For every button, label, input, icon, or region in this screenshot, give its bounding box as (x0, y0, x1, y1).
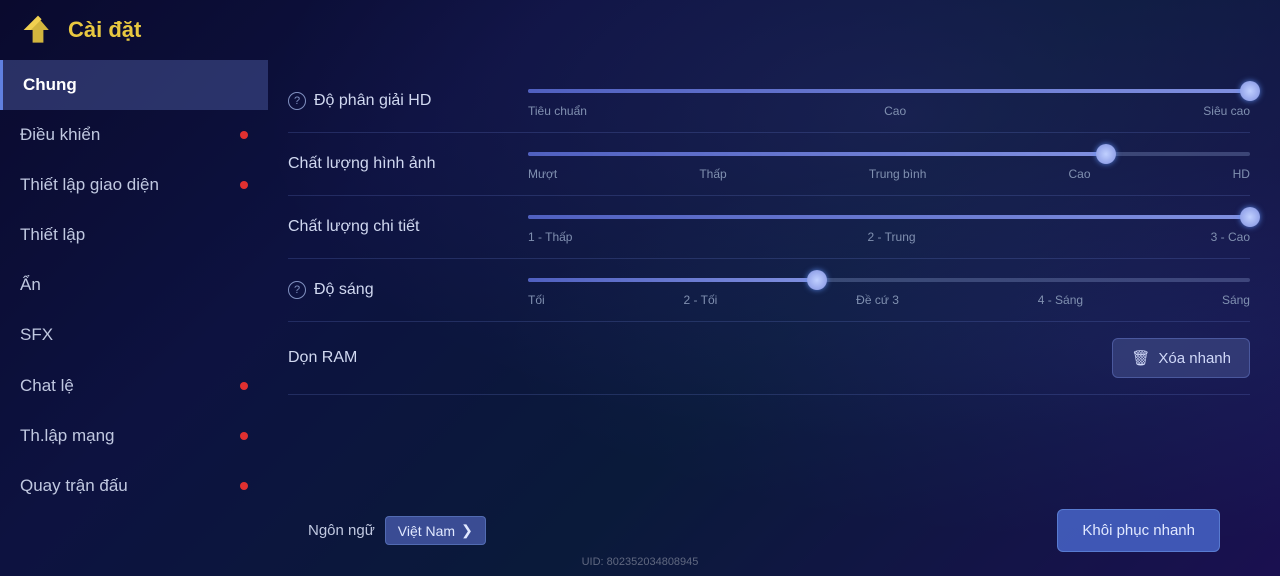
language-arrow-icon: ❯ (461, 522, 473, 539)
setting-row-do-sang: ? Độ sáng Tối 2 - Tối Đề cứ 3 4 - S (288, 259, 1250, 322)
slider-track-wrapper-chat-luong-chi-tiet[interactable] (528, 210, 1250, 224)
slider-track-wrapper-do-sang[interactable] (528, 273, 1250, 287)
content-area: ? Độ phân giải HD Tiêu chuẩn Cao Siêu ca… (268, 60, 1280, 576)
sidebar-item-th-lap-mang[interactable]: Th.lập mạng (0, 411, 268, 461)
sidebar-label-quay-tran-dau: Quay trận đấu (20, 475, 128, 497)
slider-labels-chat-luong-chi-tiet: 1 - Thấp 2 - Trung 3 - Cao (528, 230, 1250, 244)
slider-do-phan-giai[interactable]: Tiêu chuẩn Cao Siêu cao (528, 84, 1250, 118)
setting-label-chat-luong-hinh-anh: Chất lượng hình ảnh (288, 155, 508, 173)
slider-track-chat-luong-hinh-anh (528, 152, 1250, 156)
setting-label-do-sang: ? Độ sáng (288, 281, 508, 299)
notification-dot-quay-tran-dau (240, 482, 248, 490)
slider-fill-do-sang (528, 278, 817, 282)
slider-track-chat-luong-chi-tiet (528, 215, 1250, 219)
slider-thumb-do-phan-giai[interactable] (1240, 81, 1260, 101)
sidebar-label-thiet-lap-giao-dien: Thiết lập giao diện (20, 174, 159, 196)
khoi-phuc-label: Khôi phục nhanh (1082, 522, 1195, 539)
don-ram-label: Dọn RAM (288, 349, 357, 367)
slider-labels-do-sang: Tối 2 - Tối Đề cứ 3 4 - Sáng Sáng (528, 293, 1250, 307)
slider-chat-luong-chi-tiet[interactable]: 1 - Thấp 2 - Trung 3 - Cao (528, 210, 1250, 244)
setting-label-do-phan-giai: ? Độ phân giải HD (288, 92, 508, 110)
slider-track-wrapper-do-phan-giai[interactable] (528, 84, 1250, 98)
slider-fill-chat-luong-hinh-anh (528, 152, 1106, 156)
slider-do-sang[interactable]: Tối 2 - Tối Đề cứ 3 4 - Sáng Sáng (528, 273, 1250, 307)
slider-labels-do-phan-giai: Tiêu chuẩn Cao Siêu cao (528, 104, 1250, 118)
main-layout: Chung Điều khiển Thiết lập giao diện Thi… (0, 60, 1280, 576)
slider-track-do-sang (528, 278, 1250, 282)
language-value: Việt Nam (398, 523, 455, 539)
sidebar-label-sfx: SFX (20, 324, 53, 346)
notification-dot-th-lap-mang (240, 432, 248, 440)
language-section: Ngôn ngữ Việt Nam ❯ (308, 516, 486, 545)
trash-icon: 🗑 (1131, 349, 1150, 367)
footer-area: Ngôn ngữ Việt Nam ❯ Khôi phục nhanh (288, 495, 1250, 566)
logo-icon (20, 12, 56, 48)
xoa-nhanh-button[interactable]: 🗑 Xóa nhanh (1112, 338, 1250, 378)
language-badge[interactable]: Việt Nam ❯ (385, 516, 486, 545)
notification-dot-dieu-khien (240, 131, 248, 139)
uid-text: UID: 802352034808945 (582, 556, 699, 568)
xoa-nhanh-label: Xóa nhanh (1158, 350, 1231, 367)
slider-fill-chat-luong-chi-tiet (528, 215, 1250, 219)
setting-row-don-ram: Dọn RAM 🗑 Xóa nhanh (288, 322, 1250, 395)
sidebar-item-thiet-lap-giao-dien[interactable]: Thiết lập giao diện (0, 160, 268, 210)
slider-thumb-chat-luong-hinh-anh[interactable] (1096, 144, 1116, 164)
help-icon-do-sang: ? (288, 281, 306, 299)
slider-fill-do-phan-giai (528, 89, 1250, 93)
sidebar-label-thiet-lap: Thiết lập (20, 224, 85, 246)
slider-thumb-chat-luong-chi-tiet[interactable] (1240, 207, 1260, 227)
sidebar-item-sfx[interactable]: SFX (0, 310, 268, 360)
sidebar: Chung Điều khiển Thiết lập giao diện Thi… (0, 60, 268, 576)
language-label: Ngôn ngữ (308, 522, 375, 539)
header: Cài đặt (0, 0, 1280, 60)
setting-row-chat-luong-hinh-anh: Chất lượng hình ảnh Mượt Thấp Trung bình… (288, 133, 1250, 196)
sidebar-label-th-lap-mang: Th.lập mạng (20, 425, 115, 447)
sidebar-item-an[interactable]: Ẩn (0, 260, 268, 310)
slider-track-wrapper-chat-luong-hinh-anh[interactable] (528, 147, 1250, 161)
sidebar-item-chung[interactable]: Chung (0, 60, 268, 110)
sidebar-item-chat-le[interactable]: Chat lệ (0, 361, 268, 411)
sidebar-item-quay-tran-dau[interactable]: Quay trận đấu (0, 461, 268, 511)
app-container: Cài đặt Chung Điều khiển Thiết lập giao … (0, 0, 1280, 576)
sidebar-label-chat-le: Chat lệ (20, 375, 74, 397)
khoi-phuc-nhanh-button[interactable]: Khôi phục nhanh (1057, 509, 1220, 552)
setting-row-chat-luong-chi-tiet: Chất lượng chi tiết 1 - Thấp 2 - Trung 3… (288, 196, 1250, 259)
sidebar-item-dieu-khien[interactable]: Điều khiển (0, 110, 268, 160)
slider-labels-chat-luong-hinh-anh: Mượt Thấp Trung bình Cao HD (528, 167, 1250, 181)
slider-chat-luong-hinh-anh[interactable]: Mượt Thấp Trung bình Cao HD (528, 147, 1250, 181)
setting-row-do-phan-giai: ? Độ phân giải HD Tiêu chuẩn Cao Siêu ca… (288, 70, 1250, 133)
slider-thumb-do-sang[interactable] (807, 270, 827, 290)
help-icon-do-phan-giai: ? (288, 92, 306, 110)
slider-track-do-phan-giai (528, 89, 1250, 93)
sidebar-item-thiet-lap[interactable]: Thiết lập (0, 210, 268, 260)
notification-dot-thiet-lap-giao-dien (240, 181, 248, 189)
notification-dot-chat-le (240, 382, 248, 390)
sidebar-label-an: Ẩn (20, 274, 41, 296)
sidebar-label-dieu-khien: Điều khiển (20, 124, 100, 146)
sidebar-label-chung: Chung (23, 74, 77, 96)
setting-label-chat-luong-chi-tiet: Chất lượng chi tiết (288, 218, 508, 236)
app-title: Cài đặt (68, 17, 141, 43)
